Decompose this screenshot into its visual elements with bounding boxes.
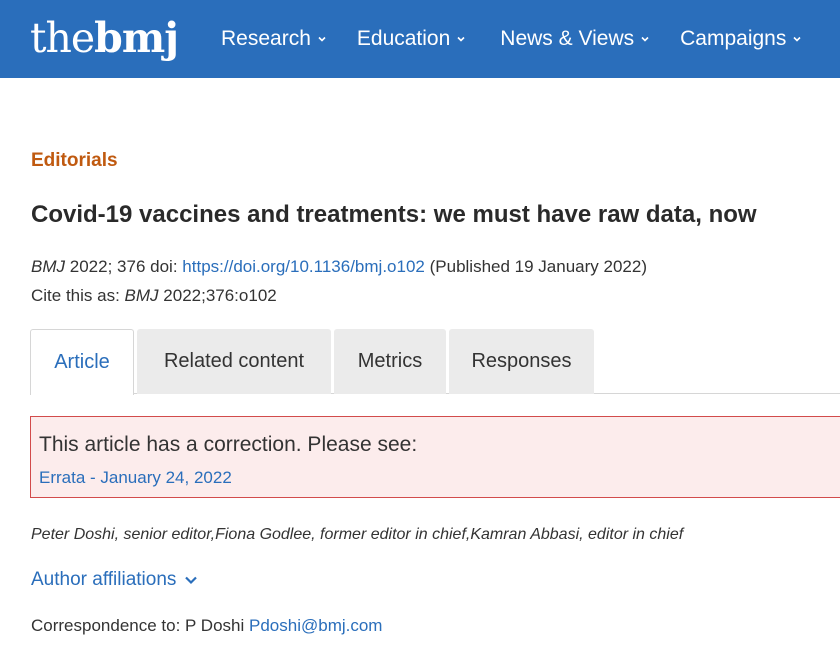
tab-article[interactable]: Article [30, 329, 134, 395]
logo-the: the [30, 14, 95, 62]
nav-news-views-label: News & Views [500, 27, 635, 50]
nav-education-label: Education [356, 27, 451, 50]
nav-news-views[interactable]: News & Views [500, 27, 650, 51]
nav-research-label: Research [221, 27, 311, 50]
chevron-down-icon [792, 34, 802, 44]
doi-label: doi: [150, 257, 178, 276]
tab-responses[interactable]: Responses [449, 329, 594, 394]
correspondence-email[interactable]: Pdoshi@bmj.com [249, 616, 382, 635]
tab-related-content[interactable]: Related content [137, 329, 331, 394]
section-label[interactable]: Editorials [31, 150, 118, 172]
citation-year: 2022 [69, 257, 108, 276]
published-date: (Published 19 January 2022) [429, 257, 647, 276]
errata-link[interactable]: Errata - January 24, 2022 [39, 468, 232, 488]
citation-sep: ; [107, 257, 113, 276]
author-affiliations-label: Author affiliations [31, 569, 177, 590]
correspondence-label: Correspondence to: P Doshi [31, 616, 245, 635]
bmj-logo[interactable]: thebmj [30, 8, 179, 68]
tab-metrics[interactable]: Metrics [334, 329, 446, 394]
nav-campaigns[interactable]: Campaigns [680, 27, 802, 51]
author-list: Peter Doshi, senior editor,Fiona Godlee,… [31, 526, 684, 543]
nav-education[interactable]: Education [357, 27, 466, 51]
nav-research[interactable]: Research [221, 27, 327, 51]
chevron-down-icon [640, 34, 650, 44]
chevron-down-icon [456, 34, 466, 44]
citation-journal: BMJ [31, 257, 65, 276]
chevron-down-icon [184, 575, 198, 585]
chevron-down-icon [317, 34, 327, 44]
citation-volume: 376 [117, 257, 146, 276]
cite-as-ref: 2022;376:o102 [163, 286, 277, 305]
correspondence: Correspondence to: P Doshi Pdoshi@bmj.co… [31, 616, 382, 636]
cite-as-journal: BMJ [124, 286, 159, 305]
citation-line: BMJ 2022; 376 doi: https://doi.org/10.11… [31, 257, 647, 277]
author-affiliations-toggle[interactable]: Author affiliations [31, 569, 198, 591]
cite-as-label: Cite this as: [31, 286, 120, 305]
nav-campaigns-label: Campaigns [680, 27, 787, 50]
site-header: thebmj Research Education News & Views C… [0, 0, 840, 78]
article-title: Covid-19 vaccines and treatments: we mus… [31, 201, 757, 228]
cite-as-line: Cite this as: BMJ 2022;376:o102 [31, 286, 277, 306]
correction-message: This article has a correction. Please se… [39, 433, 418, 456]
doi-link[interactable]: https://doi.org/10.1136/bmj.o102 [182, 257, 425, 276]
correction-notice: This article has a correction. Please se… [30, 416, 840, 498]
main-nav: Research Education News & Views Campaign… [221, 0, 832, 78]
logo-bmj: bmj [94, 14, 179, 62]
